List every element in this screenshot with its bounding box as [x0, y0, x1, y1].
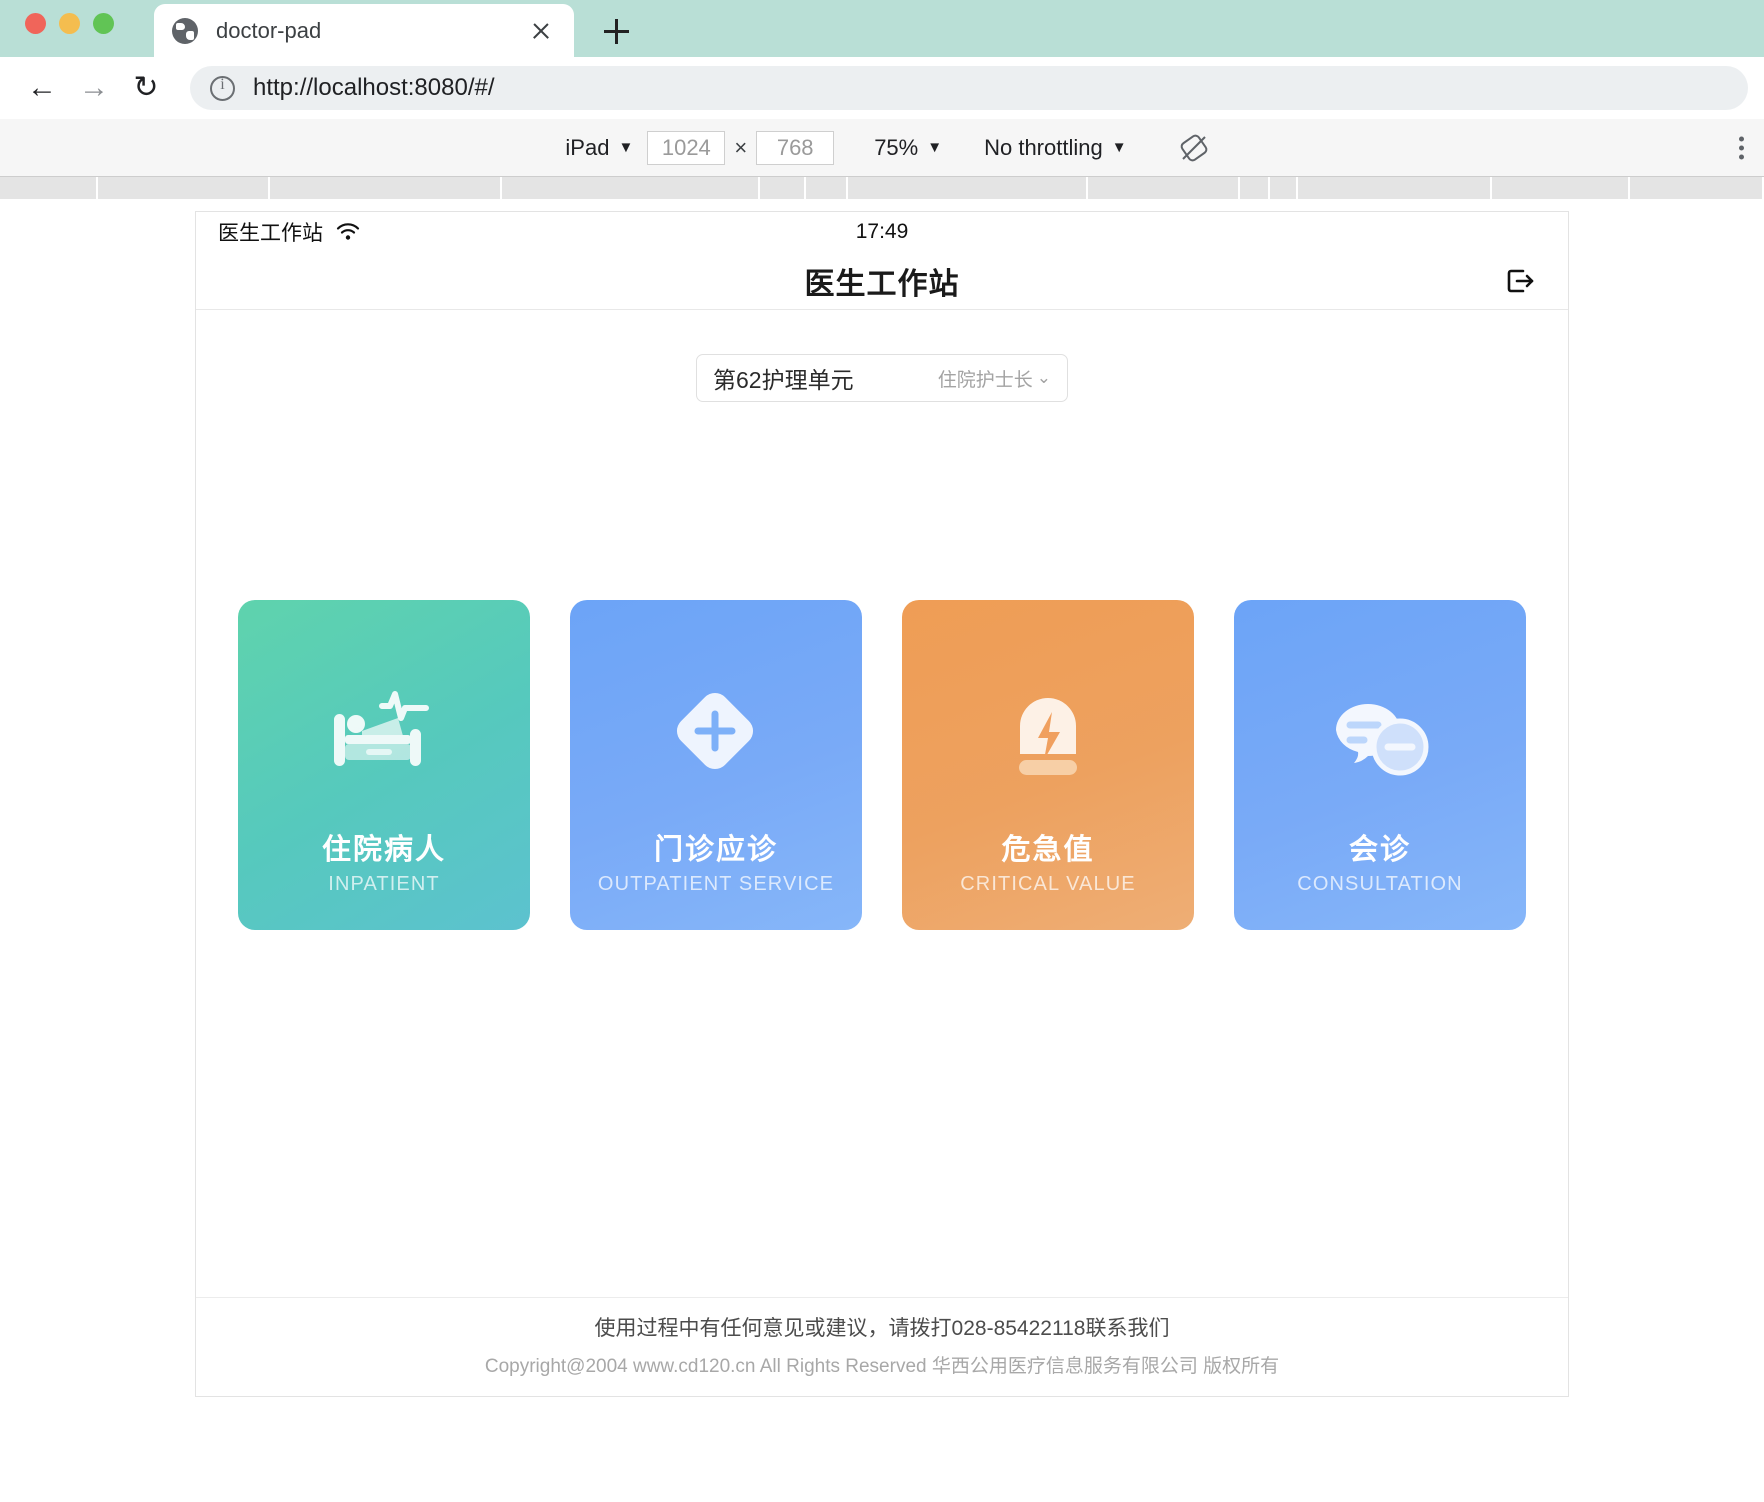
card-title-cn: 会诊: [1348, 834, 1411, 866]
tab-title: doctor-pad: [216, 17, 322, 43]
maximize-window-button[interactable]: [93, 13, 114, 34]
ward-role-label: 住院护士长: [937, 369, 1033, 391]
plus-icon[interactable]: [596, 11, 636, 51]
ruler-segment: [1298, 177, 1492, 199]
window-controls: [25, 13, 114, 34]
info-circle-icon[interactable]: [210, 75, 235, 101]
status-bar-time: 17:49: [855, 220, 909, 243]
card-consultation[interactable]: 会诊 CONSULTATION: [1234, 600, 1526, 930]
card-critical-value[interactable]: 危急值 CRITICAL VALUE: [902, 600, 1194, 930]
viewport-ruler: [0, 177, 1764, 199]
ruler-segment: [0, 177, 98, 199]
chevron-down-icon: ▼: [1111, 139, 1127, 156]
card-title-cn: 住院病人: [321, 834, 446, 866]
card-title-en: CRITICAL VALUE: [960, 873, 1136, 895]
ruler-segment: [806, 177, 848, 199]
app-footer: 使用过程中有任何意见或建议，请拨打028-85422118联系我们 Copyri…: [196, 1297, 1568, 1396]
device-name: iPad: [565, 134, 610, 160]
ruler-segment: [270, 177, 502, 199]
arrow-left-icon[interactable]: ←: [16, 62, 68, 114]
card-title-en: OUTPATIENT SERVICE: [597, 873, 835, 895]
browser-window: doctor-pad ← → ↻ http://localhost:8080/#…: [0, 0, 1764, 1502]
minimize-window-button[interactable]: [59, 13, 80, 34]
logout-icon[interactable]: [1500, 261, 1540, 301]
card-inpatient[interactable]: 住院病人 INPATIENT: [238, 600, 530, 930]
alarm-beacon-bolt-icon: [988, 684, 1108, 794]
rotate-device-icon[interactable]: [1175, 129, 1213, 167]
device-selector[interactable]: iPad ▼: [551, 135, 647, 161]
viewport-width-input[interactable]: 1024: [647, 130, 726, 165]
chevron-down-icon: ▼: [618, 139, 634, 156]
kebab-menu-icon[interactable]: [1739, 136, 1744, 159]
app-header: 医生工作站: [196, 252, 1568, 310]
hospital-bed-ecg-icon: [324, 684, 444, 794]
zoom-value: 75%: [874, 134, 919, 160]
throttling-value: No throttling: [984, 134, 1103, 160]
throttling-selector[interactable]: No throttling ▼: [970, 135, 1140, 161]
chevron-down-icon: ▼: [927, 139, 943, 156]
card-title-en: CONSULTATION: [1297, 873, 1463, 895]
card-title-cn: 危急值: [1001, 834, 1095, 866]
ward-name: 第62护理单元: [713, 367, 854, 393]
ruler-segment: [1492, 177, 1630, 199]
card-outpatient[interactable]: 门诊应诊 OUTPATIENT SERVICE: [570, 600, 862, 930]
mobile-status-bar: 医生工作站 17:49: [196, 212, 1568, 252]
globe-icon: [172, 17, 198, 44]
emulated-viewport-stage: 医生工作站 17:49 医生工作站 第62护理单元 住院护士长 ⌄ 住院病人 I…: [0, 199, 1764, 1502]
reload-icon[interactable]: ↻: [120, 62, 172, 114]
arrow-right-icon[interactable]: →: [68, 62, 120, 114]
app-content: 第62护理单元 住院护士长 ⌄ 住院病人 INPATIENT 门诊应诊 OUTP…: [196, 310, 1568, 1297]
viewport-height-input[interactable]: 768: [756, 130, 835, 165]
diamond-plus-icon: [656, 684, 776, 794]
card-title-en: INPATIENT: [328, 873, 440, 895]
module-card-grid: 住院病人 INPATIENT 门诊应诊 OUTPATIENT SERVICE 危…: [238, 600, 1526, 930]
navigation-bar: ← → ↻ http://localhost:8080/#/: [0, 57, 1764, 119]
ruler-segment: [502, 177, 760, 199]
ruler-segment: [1088, 177, 1240, 199]
dimension-separator: ×: [734, 134, 748, 160]
ruler-segment: [1240, 177, 1270, 199]
ruler-segment: [760, 177, 806, 199]
ward-selector[interactable]: 第62护理单元 住院护士长 ⌄: [696, 354, 1068, 402]
chat-bubbles-icon: [1320, 684, 1440, 794]
footer-contact-text: 使用过程中有任何意见或建议，请拨打028-85422118联系我们: [594, 1317, 1170, 1340]
tab-strip: doctor-pad: [0, 0, 1764, 57]
device-toolbar: iPad ▼ 1024 × 768 75% ▼ No throttling ▼: [0, 119, 1764, 177]
close-window-button[interactable]: [25, 13, 46, 34]
chevron-down-icon: ⌄: [1036, 368, 1051, 387]
ruler-segment: [98, 177, 270, 199]
device-viewport: 医生工作站 17:49 医生工作站 第62护理单元 住院护士长 ⌄ 住院病人 I…: [195, 211, 1569, 1397]
zoom-selector[interactable]: 75% ▼: [860, 135, 956, 161]
ruler-segment: [1630, 177, 1764, 199]
ruler-segment: [848, 177, 1088, 199]
ward-role: 住院护士长 ⌄: [938, 365, 1051, 392]
card-title-cn: 门诊应诊: [653, 834, 778, 866]
url-text: http://localhost:8080/#/: [253, 74, 495, 101]
page-title: 医生工作站: [804, 267, 960, 301]
browser-tab[interactable]: doctor-pad: [154, 4, 574, 57]
address-bar[interactable]: http://localhost:8080/#/: [190, 66, 1748, 110]
ruler-segment: [1270, 177, 1298, 199]
footer-copyright-text: Copyright@2004 www.cd120.cn All Rights R…: [484, 1356, 1280, 1377]
close-icon[interactable]: [526, 16, 556, 46]
